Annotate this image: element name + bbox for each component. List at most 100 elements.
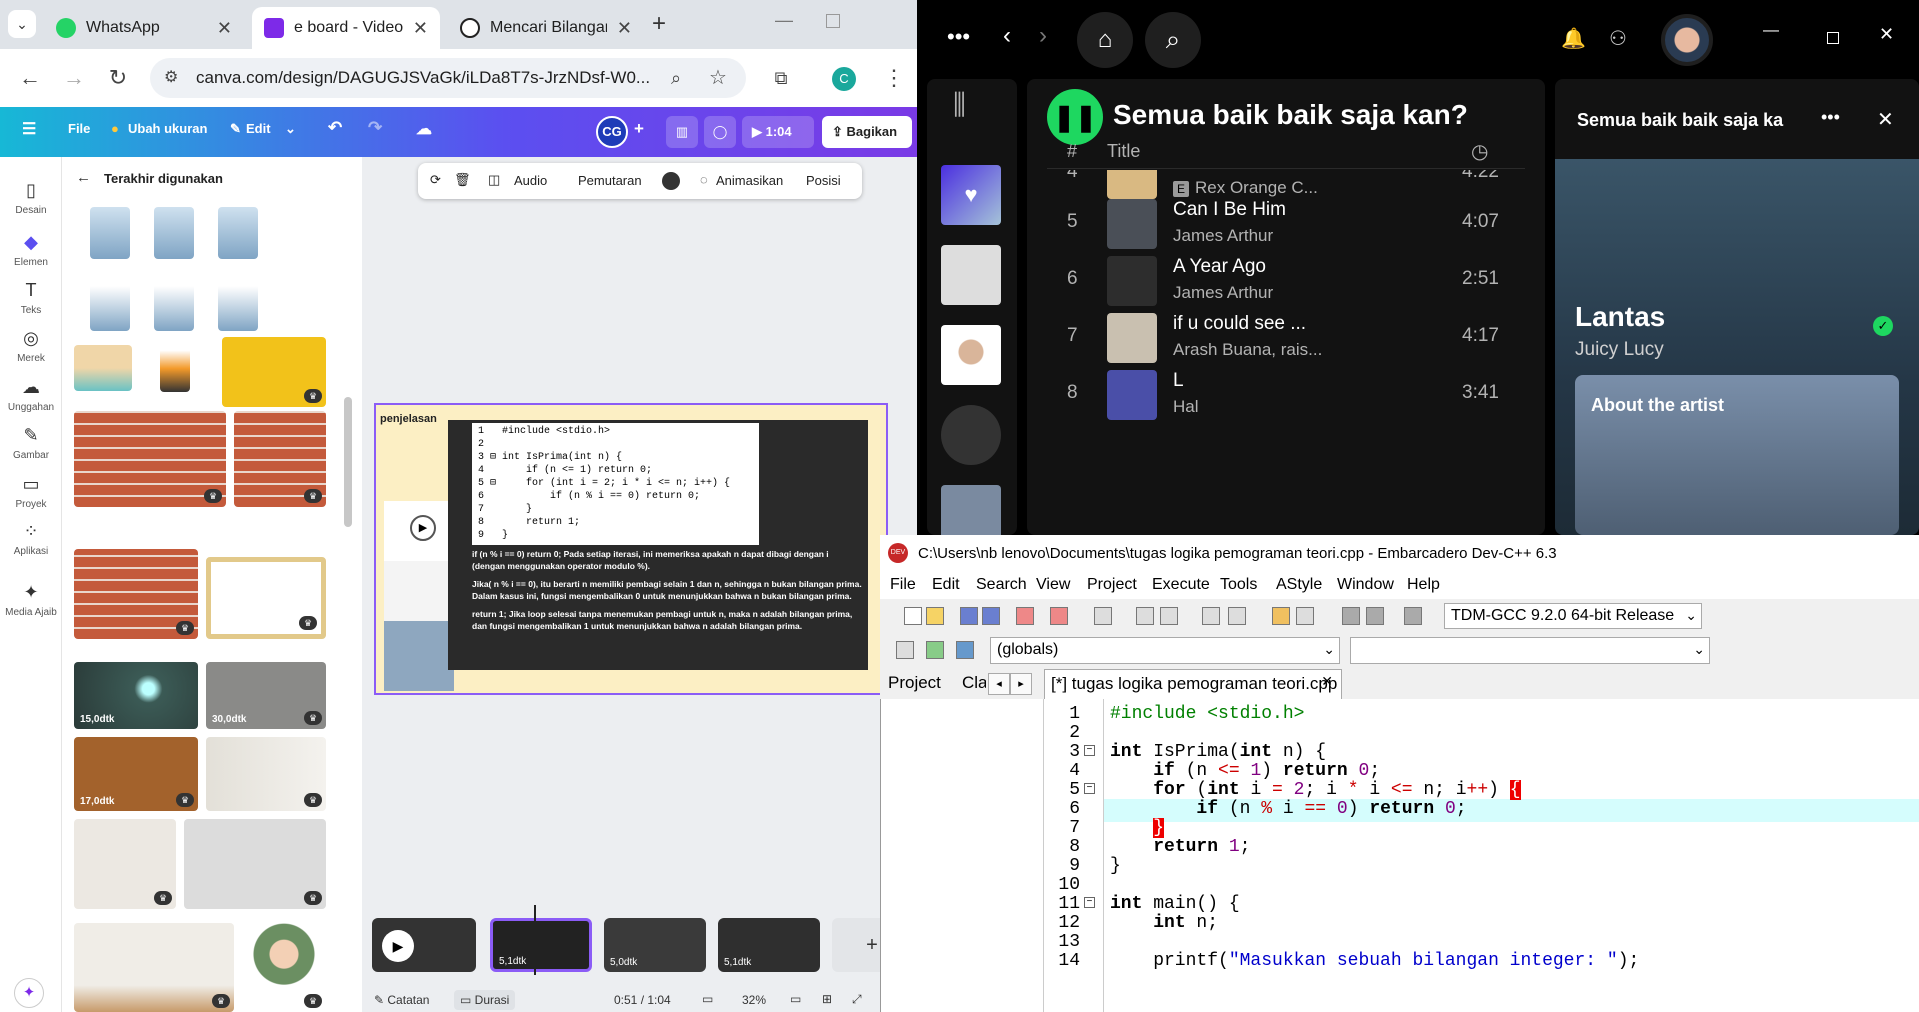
brick-wall-thumb[interactable]: ♛ (74, 411, 226, 507)
debug-icon[interactable] (956, 641, 974, 659)
save-icon[interactable] (960, 607, 978, 625)
open-file-icon[interactable] (926, 607, 944, 625)
track-artist[interactable]: Arash Buana, rais... (1173, 340, 1322, 360)
fold-toggle-icon[interactable]: − (1084, 897, 1095, 908)
rail-teks[interactable]: T Teks (0, 279, 62, 316)
video-thumb[interactable]: 15,0dtk (74, 662, 198, 729)
whiteboard-thumb[interactable]: ♛ (206, 557, 326, 639)
page-view-icon[interactable]: ▭ (790, 992, 801, 1006)
bookmark-prev-icon[interactable] (1342, 607, 1360, 625)
tab-search-button[interactable]: ⌄ (8, 10, 36, 38)
redo-icon[interactable]: ↷ (368, 118, 382, 138)
rail-media-ajaib[interactable]: ✦ Media Ajaib (0, 581, 62, 618)
menu-kebab-icon[interactable]: ⋮ (878, 62, 910, 94)
share-button[interactable]: ⇪ Bagikan (822, 116, 912, 148)
liked-songs-tile[interactable]: ♥ (941, 165, 1001, 225)
rail-elemen[interactable]: ◆ Elemen (0, 231, 62, 268)
friends-icon[interactable]: ⚇ (1609, 26, 1627, 51)
tab-scroll-right[interactable]: ▸ (1010, 673, 1032, 695)
close-file-icon[interactable] (1016, 607, 1034, 625)
redo-icon[interactable] (1296, 607, 1314, 625)
element-thumb[interactable] (218, 267, 258, 331)
fullscreen-icon[interactable]: ⤢ (852, 992, 862, 1007)
forward-icon[interactable]: › (1039, 22, 1047, 50)
tab-chatgpt[interactable]: Mencari Bilangan ✕ (448, 7, 644, 49)
fold-toggle-icon[interactable]: − (1084, 745, 1095, 756)
tab-classes[interactable]: Clas (962, 673, 986, 693)
minimize-button[interactable]: — (775, 10, 793, 31)
unindent-icon[interactable] (1228, 607, 1246, 625)
artist-tile[interactable] (941, 405, 1001, 465)
minimize-button[interactable]: — (1763, 22, 1779, 40)
playlist-tile[interactable] (941, 245, 1001, 305)
menu-window[interactable]: Window (1337, 576, 1394, 594)
library-icon[interactable]: ⫼ (953, 89, 966, 122)
save-all-icon[interactable] (982, 607, 1000, 625)
play-video-icon[interactable]: ▶ (410, 515, 436, 541)
cloud-save-icon[interactable]: ☁ (416, 119, 432, 139)
now-artist[interactable]: Juicy Lucy (1575, 339, 1664, 361)
track-artist[interactable]: James Arthur (1173, 283, 1273, 303)
hamburger-icon[interactable]: ☰ (22, 119, 36, 139)
wall-thumb[interactable]: ♛ (74, 819, 176, 909)
bookmark-star-icon[interactable]: ☆ (702, 62, 734, 94)
find-icon[interactable] (1136, 607, 1154, 625)
menu-help[interactable]: Help (1407, 576, 1440, 594)
user-avatar[interactable] (1661, 14, 1713, 66)
close-icon[interactable]: ✕ (1321, 673, 1333, 690)
profile-avatar[interactable]: C (832, 67, 856, 91)
menu-search[interactable]: Search (976, 576, 1027, 594)
compiler-select[interactable]: TDM-GCC 9.2.0 64-bit Release ⌄ (1444, 603, 1702, 629)
track-title[interactable]: if u could see ... (1173, 313, 1306, 335)
element-thumb[interactable] (74, 345, 132, 391)
pause-button[interactable]: ❚❚ (1047, 89, 1103, 145)
position-button[interactable]: Posisi (806, 173, 841, 188)
back-arrow-icon[interactable]: ← (76, 169, 91, 186)
collaborator-avatar[interactable]: CG (596, 116, 628, 148)
playhead[interactable] (534, 905, 536, 975)
code-editor[interactable]: #include <stdio.h> int IsPrima(int n) { i… (1104, 699, 1919, 1012)
bookmark-next-icon[interactable] (1366, 607, 1384, 625)
menu-execute[interactable]: Execute (1152, 576, 1210, 594)
track-title[interactable]: Can I Be Him (1173, 199, 1286, 221)
maximize-button[interactable] (826, 14, 840, 28)
toggle-bookmark-icon[interactable] (1404, 607, 1422, 625)
member-select[interactable]: ⌄ (1350, 637, 1710, 664)
zoom-slider-icon[interactable]: ▭ (702, 992, 713, 1006)
playlist-tile[interactable] (941, 485, 1001, 535)
new-tab-button[interactable]: + (652, 10, 666, 38)
resize-button[interactable]: Ubah ukuran (128, 121, 207, 136)
maximize-button[interactable] (1827, 32, 1839, 44)
home-icon[interactable]: ⌂ (1077, 12, 1133, 68)
close-all-icon[interactable] (1050, 607, 1068, 625)
new-file-icon[interactable] (904, 607, 922, 625)
audio-button[interactable]: Audio (514, 173, 547, 188)
comment-icon[interactable]: ◯ (704, 116, 736, 148)
address-bar[interactable]: ⚙ canva.com/design/DAGUGJSVaGk/iLDa8T7s-… (150, 58, 746, 98)
paper-thumb[interactable]: ♛ (184, 819, 326, 909)
grid-view-icon[interactable]: ⊞ (822, 992, 832, 1006)
bell-icon[interactable]: 🔔 (1561, 26, 1586, 51)
saved-check-icon[interactable]: ✓ (1873, 316, 1893, 336)
play-button[interactable]: ▶ (382, 930, 414, 962)
track-title[interactable]: A Year Ago (1173, 256, 1266, 278)
menu-tools[interactable]: Tools (1220, 576, 1257, 594)
notes-button[interactable]: ✎ Catatan (374, 993, 429, 1007)
room-thumb[interactable]: ♛ (206, 737, 326, 811)
tab-project[interactable]: Project (888, 673, 941, 693)
edit-menu[interactable]: Edit (246, 121, 271, 136)
extensions-icon[interactable]: ⧉ (765, 62, 797, 94)
element-thumb[interactable] (90, 267, 130, 331)
timeline-clip-active[interactable]: 5,1dtk (490, 918, 592, 972)
indent-icon[interactable] (1202, 607, 1220, 625)
class-browser-icon[interactable] (896, 641, 914, 659)
reload-icon[interactable]: ↻ (102, 62, 134, 94)
rail-merek[interactable]: ◎ Merek (0, 327, 62, 364)
menu-view[interactable]: View (1036, 576, 1070, 594)
back-icon[interactable]: ← (14, 62, 46, 94)
track-row[interactable]: 8 L Hal 3:41 (1027, 360, 1545, 430)
trash-icon[interactable]: 🗑 (454, 172, 471, 188)
track-title[interactable]: L (1173, 370, 1184, 392)
rail-gambar[interactable]: ✎ Gambar (0, 424, 62, 461)
panel-scrollbar[interactable] (344, 397, 352, 527)
